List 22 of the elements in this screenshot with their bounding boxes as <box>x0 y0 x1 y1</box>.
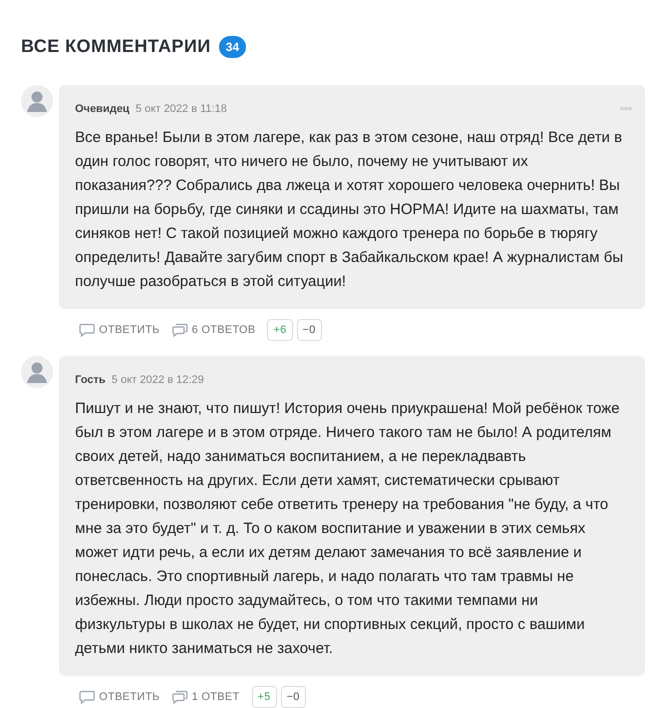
upvote-button[interactable]: +6 <box>267 319 293 341</box>
user-avatar-icon <box>21 356 53 388</box>
comment-text: Пишут и не знают, что пишут! История очень приукрашена! Мой ребёнок тоже был в этом лагере и в этом отряде. Ничего такого там не было! А родителям своих детей, надо заниматься воспитанием, а не перекладвавть ответсвенность на других. Если дети хамят, систематически срывают тренировки, позволяют себе ответить тренеру на требования "не буду, а что мне за это будет" и т. д. То о каком воспитание и уважении в этих семьях может идти речь, а если их детям делают замечания то всё заявление и понеслась. Это спортивный лагерь, и надо полагать что там травмы не избежны. Люди просто задумайтесь, о том что такими темпами ни физкультуры в школах не будет, ни спортивных секций, просто с вашими детьми никто заниматься не захочет. <box>75 399 621 659</box>
comment-author: Очевидец <box>75 102 130 117</box>
comment-count-badge: 34 <box>218 36 246 58</box>
reply-button[interactable]: ОТВЕТИТЬ <box>79 688 160 706</box>
user-avatar-icon <box>21 85 53 117</box>
comment-date: 5 окт 2022 в 12:29 <box>112 372 204 388</box>
comment-text: Все вранье! Были в этом лагере, как раз в этом сезоне, наш отряд! Все дети в один голос говорят, что ничего не было, почему не учитывают их показания??? Собрались два лжеца и хотят хорошего человека очернить! Вы пришли на борьбу, где синяки и ссадины это НОРМА! Идите на шахматы, там синяков нет! С такой позицией можно каждого тренера по борьбе в тюрягу определить! Давайте загубим спорт в Забайкальском крае! А журналистам бы получше разобраться в этой ситуации! <box>75 128 624 292</box>
speech-bubbles-icon <box>172 323 188 337</box>
reply-button[interactable]: ОТВЕТИТЬ <box>79 322 160 338</box>
speech-bubbles-icon <box>172 690 188 704</box>
speech-bubble-icon <box>79 323 95 337</box>
comment-author: Гость <box>75 372 106 388</box>
section-title: ВСЕ КОММЕНТАРИИ <box>21 35 211 58</box>
replies-button[interactable]: 6 ОТВЕТОВ <box>172 322 256 338</box>
replies-button[interactable]: 1 ОТВЕТ <box>172 688 240 706</box>
upvote-button[interactable]: +5 <box>252 686 277 708</box>
comment-date: 5 окт 2022 в 11:18 <box>135 102 227 117</box>
downvote-button[interactable]: −0 <box>296 319 322 341</box>
downvote-button[interactable]: −0 <box>280 686 306 708</box>
speech-bubble-icon <box>79 690 95 704</box>
